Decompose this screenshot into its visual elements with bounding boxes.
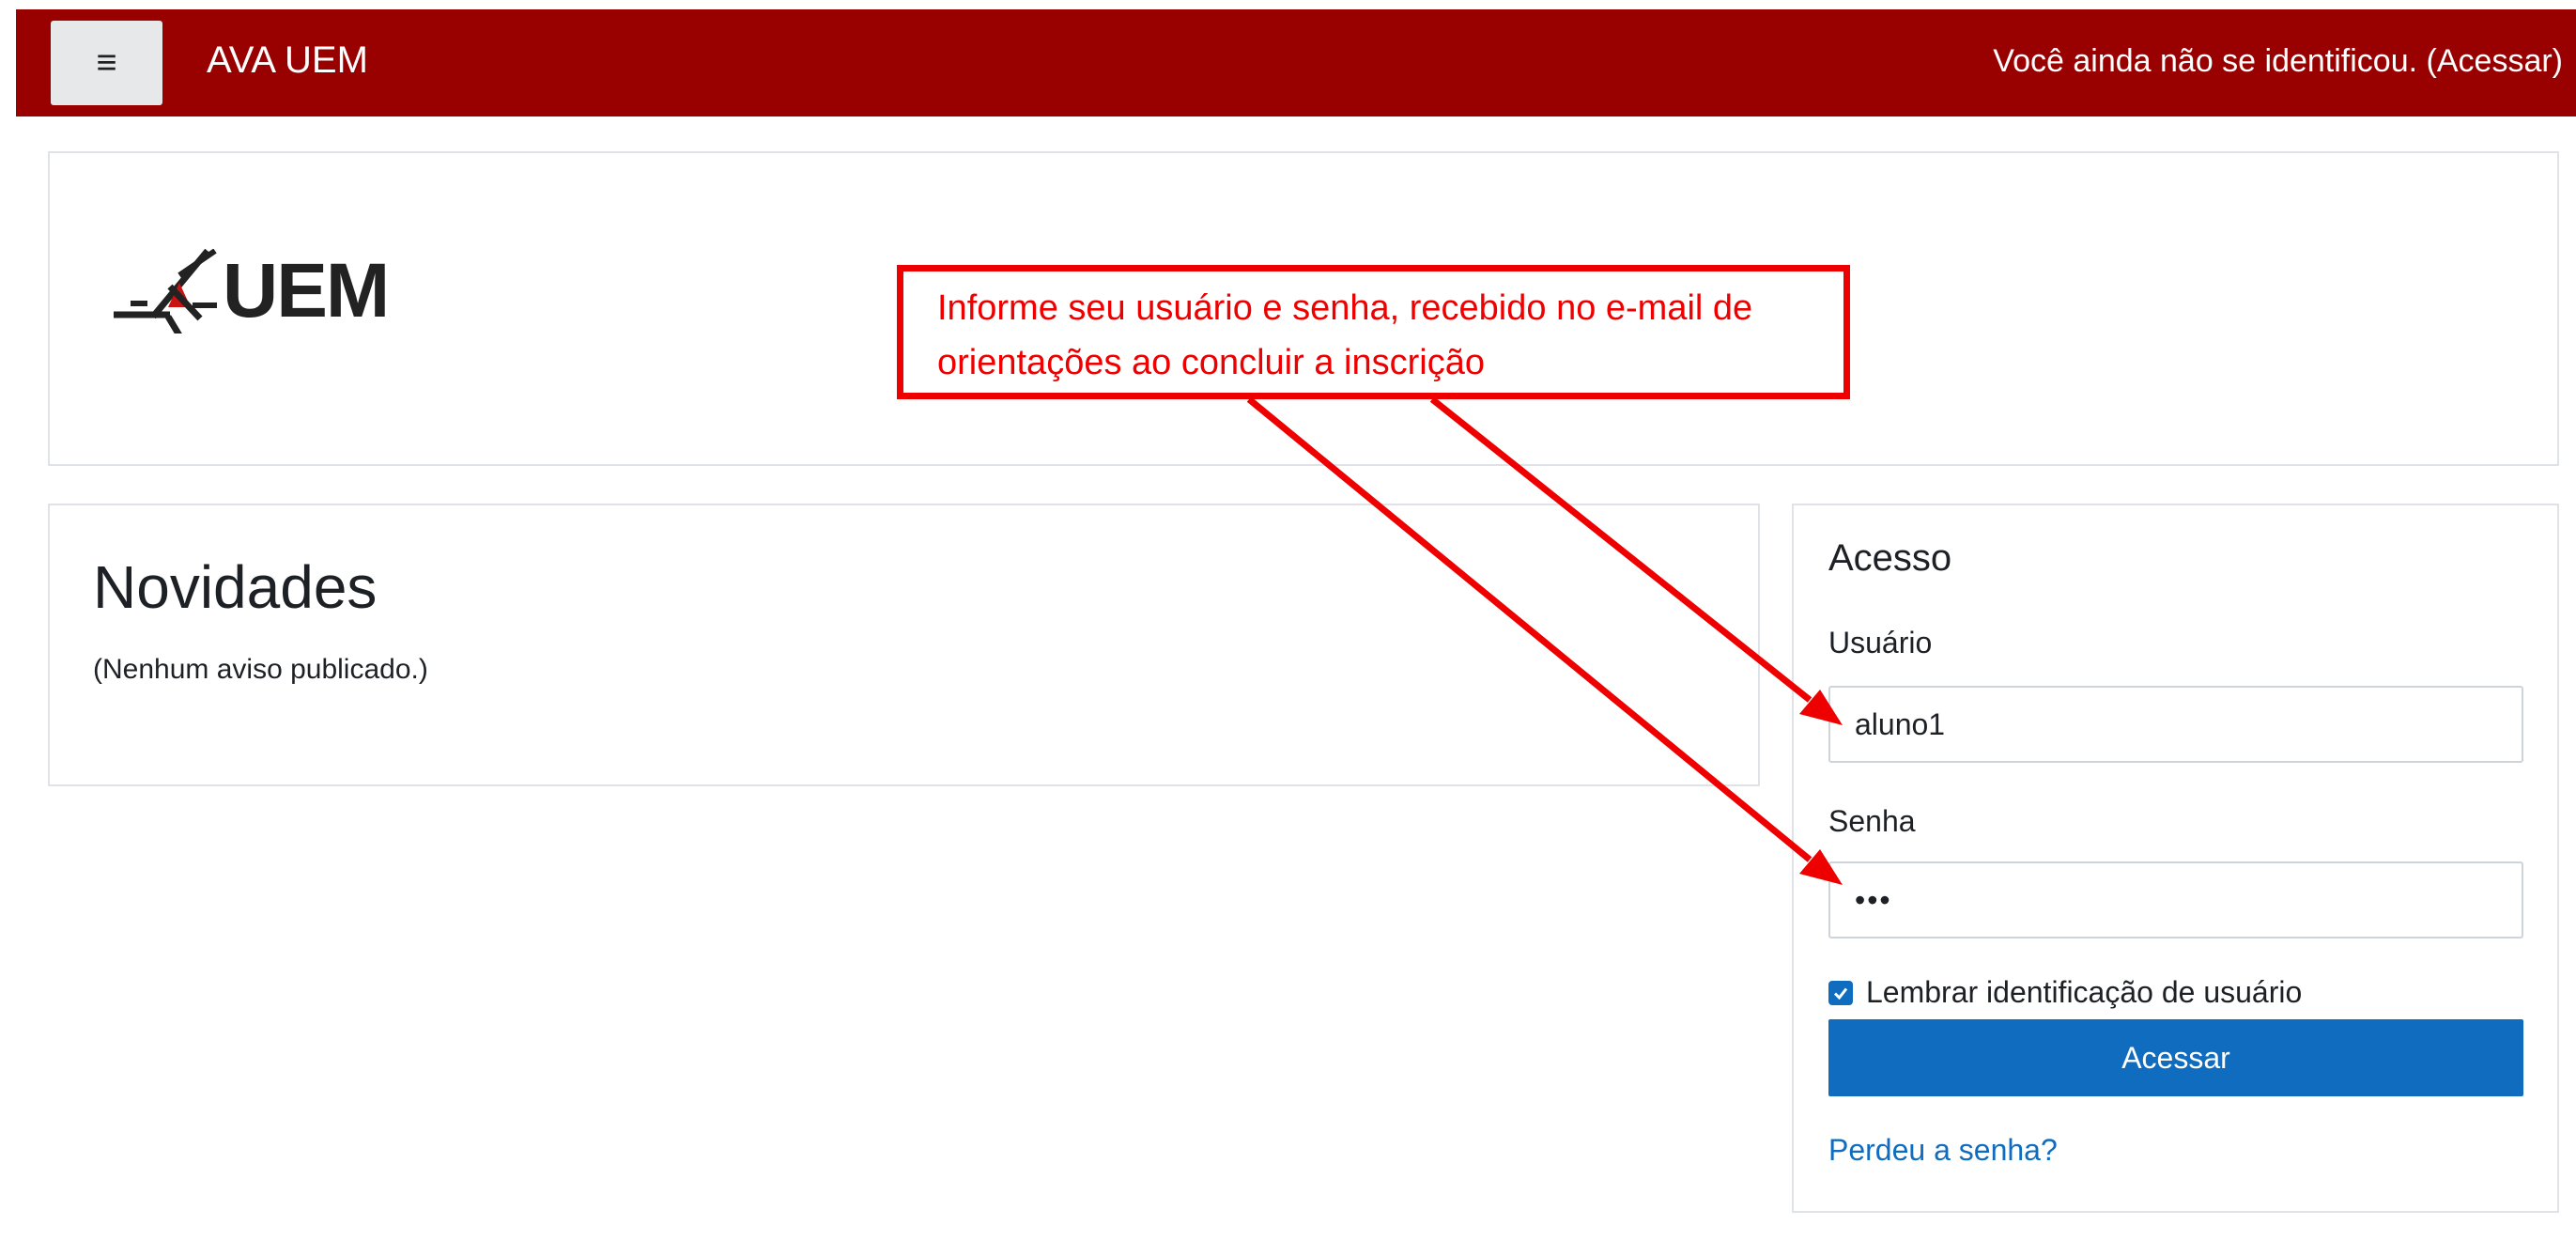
news-empty-message: (Nenhum aviso publicado.) <box>93 654 428 685</box>
hamburger-icon: ≡ <box>96 43 117 83</box>
login-block: Acesso Usuário Senha Lembrar identificaç… <box>1792 504 2559 1213</box>
annotation-line-1: Informe seu usuário e senha, recebido no… <box>937 288 1753 328</box>
login-status-text: Você ainda não se identificou. <box>1993 43 2418 79</box>
remember-username[interactable]: Lembrar identificação de usuário <box>1828 975 2302 1010</box>
logo-text: UEM <box>223 248 390 334</box>
login-link[interactable]: (Acessar) <box>2427 43 2563 79</box>
checkmark-icon <box>1833 987 1848 1000</box>
login-title: Acesso <box>1828 537 1952 579</box>
site-logo[interactable]: UEM <box>114 247 390 335</box>
annotation-callout: Informe seu usuário e senha, recebido no… <box>897 265 1850 399</box>
login-submit-button[interactable]: Acessar <box>1828 1019 2523 1096</box>
site-name[interactable]: AVA UEM <box>207 39 368 82</box>
username-input[interactable] <box>1828 686 2523 763</box>
password-label: Senha <box>1828 804 1916 838</box>
remember-label: Lembrar identificação de usuário <box>1866 975 2303 1009</box>
uem-logo-icon <box>114 249 217 334</box>
news-title: Novidades <box>93 553 378 621</box>
news-section: Novidades (Nenhum aviso publicado.) <box>48 504 1760 786</box>
top-navbar: ≡ AVA UEM Você ainda não se identificou.… <box>16 9 2576 116</box>
annotation-line-2: orientações ao concluir a inscrição <box>937 343 1485 382</box>
remember-checkbox[interactable] <box>1828 980 1853 1005</box>
menu-toggle-button[interactable]: ≡ <box>51 21 162 105</box>
password-input[interactable] <box>1828 861 2523 939</box>
login-status: Você ainda não se identificou. (Acessar) <box>1993 43 2563 80</box>
forgot-password-link[interactable]: Perdeu a senha? <box>1828 1133 2058 1168</box>
username-label: Usuário <box>1828 626 1933 659</box>
